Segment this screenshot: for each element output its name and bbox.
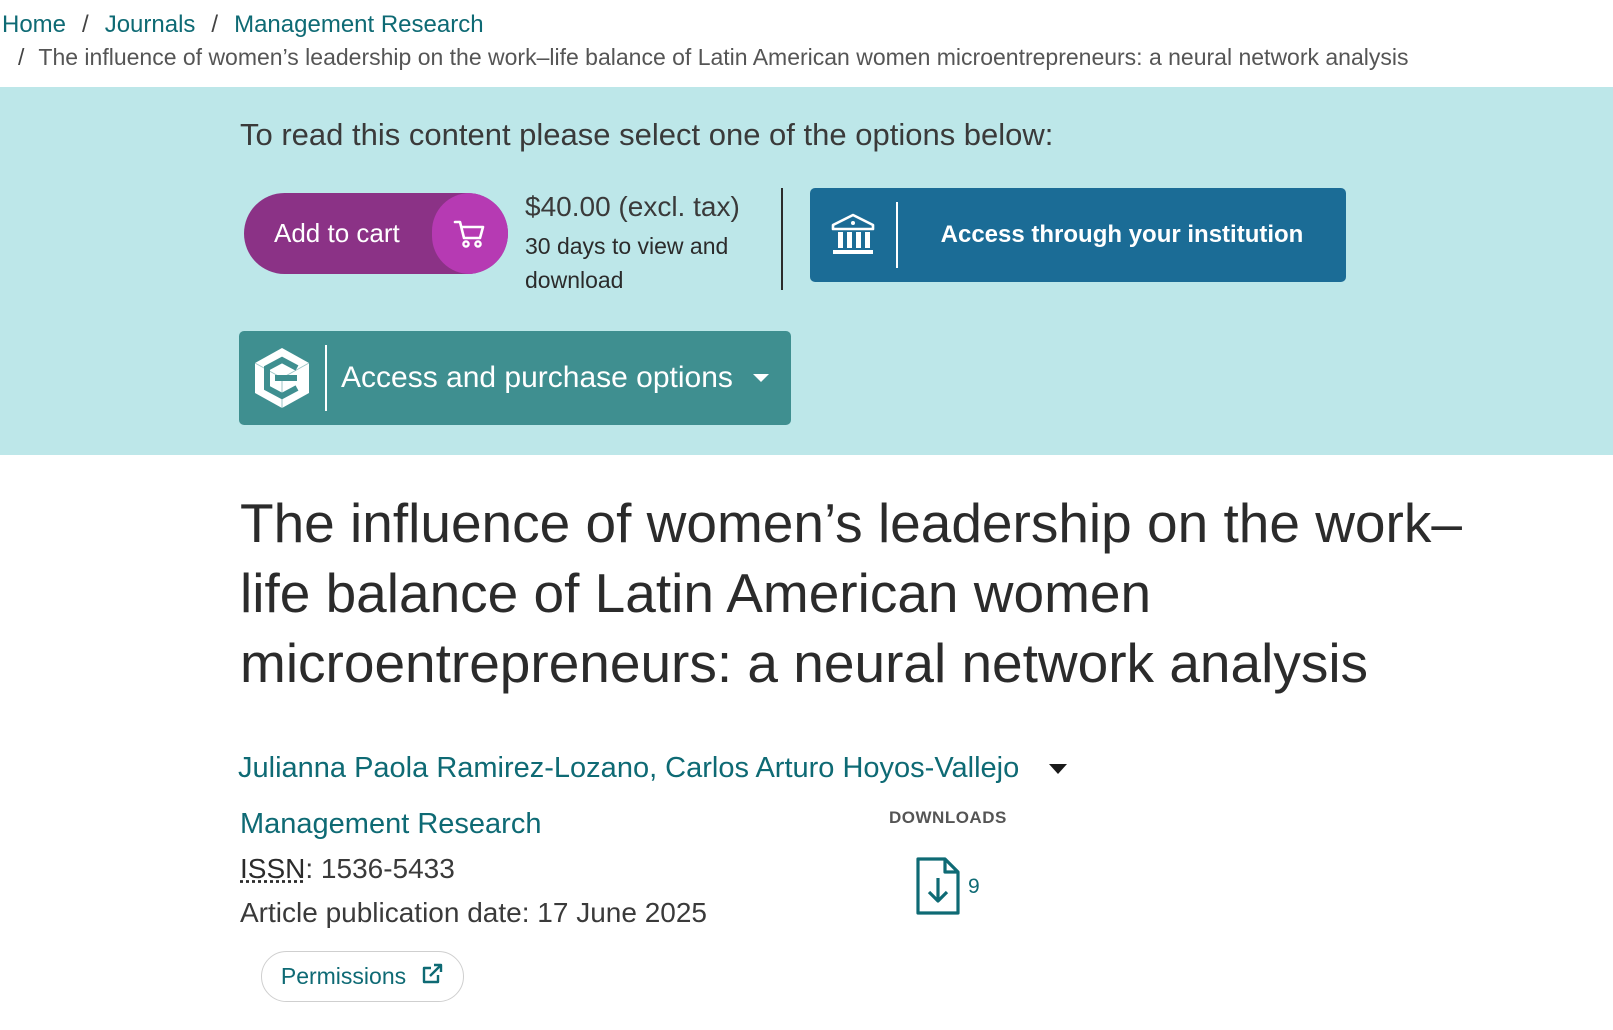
caret-down-icon[interactable] <box>1049 763 1068 774</box>
article-title: The influence of women’s leadership on t… <box>240 492 1462 694</box>
issn: ISSN: 1536-5433 <box>240 853 455 885</box>
downloads-label: DOWNLOADS <box>889 808 1007 827</box>
shopping-cart-icon <box>432 193 508 274</box>
price-block: $40.00 (excl. tax) 30 days to view and d… <box>525 191 755 297</box>
downloads-count: 9 <box>968 875 980 898</box>
external-link-icon <box>420 962 444 991</box>
permissions-button[interactable]: Permissions <box>261 951 464 1002</box>
breadcrumb-separator: / <box>211 11 219 38</box>
breadcrumb-separator: / <box>18 43 25 70</box>
breadcrumb-home-link[interactable]: Home <box>2 11 66 39</box>
access-options-panel: To read this content please select one o… <box>0 87 1613 455</box>
add-to-cart-button[interactable]: Add to cart <box>244 193 508 274</box>
breadcrumb: Home / Journals / Management Research / … <box>2 8 1602 74</box>
breadcrumb-separator: / <box>82 11 89 38</box>
purchase-options-label: Access and purchase options <box>341 361 733 394</box>
divider <box>781 188 783 290</box>
breadcrumb-journal-link[interactable]: Management Research <box>234 11 483 39</box>
breadcrumb-current: The influence of women’s leadership on t… <box>38 43 1409 70</box>
permissions-label: Permissions <box>280 963 407 989</box>
issn-value: : 1536-5433 <box>305 853 455 884</box>
breadcrumb-row: / The influence of women’s leadership on… <box>2 40 1602 74</box>
caret-down-icon <box>752 374 769 382</box>
journal-link[interactable]: Management Research <box>240 808 541 841</box>
institution-building-icon <box>810 212 896 258</box>
emerald-logo-icon <box>239 346 325 410</box>
institution-label: Access through your institution <box>940 221 1304 248</box>
access-purchase-options-dropdown[interactable]: Access and purchase options <box>239 331 791 425</box>
price: $40.00 (excl. tax) <box>525 191 740 222</box>
breadcrumb-journals-link[interactable]: Journals <box>105 11 196 39</box>
download-file-icon <box>915 856 961 921</box>
price-note: 30 days to view and download <box>525 233 729 293</box>
access-through-institution-button[interactable]: Access through your institution <box>810 188 1346 282</box>
add-to-cart-label: Add to cart <box>274 218 400 248</box>
access-prompt: To read this content please select one o… <box>240 117 1054 152</box>
author-list: Julianna Paola Ramirez-Lozano, Carlos Ar… <box>238 752 1068 785</box>
breadcrumb-row: Home / Journals / Management Research <box>2 8 1602 42</box>
issn-abbreviation: ISSN <box>240 853 306 884</box>
publication-date: Article publication date: 17 June 2025 <box>240 897 707 928</box>
authors-link[interactable]: Julianna Paola Ramirez-Lozano, Carlos Ar… <box>238 752 1019 785</box>
